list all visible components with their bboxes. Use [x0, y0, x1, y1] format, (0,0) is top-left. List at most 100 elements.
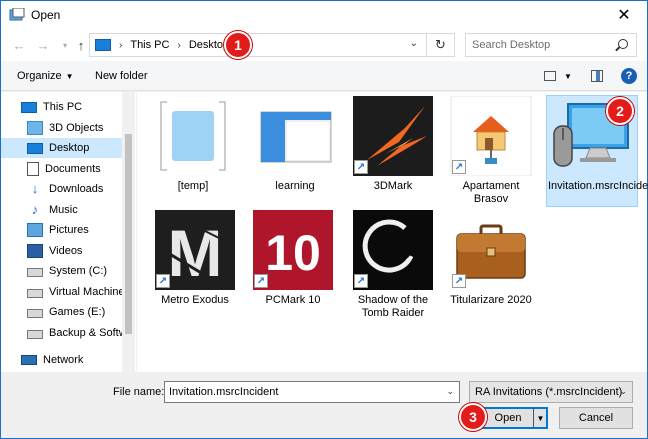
up-arrow-icon[interactable]: ↑: [73, 37, 89, 53]
chevron-down-icon: ⌄: [619, 386, 627, 396]
search-input[interactable]: [472, 39, 612, 51]
shortcut-arrow-icon: ↗: [452, 274, 466, 288]
file-item-titularizare[interactable]: ↗ Titularizare 2020: [447, 210, 535, 307]
scrollbar-thumb[interactable]: [125, 134, 132, 334]
file-item-apartament-brasov[interactable]: ↗ Apartament Brasov: [447, 95, 535, 206]
preview-pane-icon[interactable]: [591, 70, 603, 82]
sidebar-scrollbar[interactable]: [122, 92, 135, 372]
file-name-label: File name:: [113, 386, 165, 398]
3d-objects-icon: [27, 121, 43, 135]
step-badge-1: 1: [224, 31, 252, 59]
file-item-tomb-raider[interactable]: ↗ Shadow of the Tomb Raider: [349, 210, 437, 320]
sidebar-item-pictures[interactable]: Pictures: [1, 220, 122, 240]
open-dialog: Open ✕ ← → ▾ ↑ › This PC › Desktop ⌄ ↻ 1…: [0, 0, 648, 439]
sidebar-item-system-c[interactable]: System (C:): [1, 261, 122, 281]
sidebar-item-3d-objects[interactable]: 3D Objects: [1, 118, 122, 138]
file-item-pcmark10[interactable]: 10 ↗ PCMark 10: [249, 210, 337, 307]
documents-icon: [27, 162, 39, 176]
sidebar-item-label: Games (E:): [49, 306, 106, 318]
file-list: [temp] learning ↗ 3DMark ↗ Apartament Br…: [137, 92, 648, 372]
toolbar: Organize ▼ New folder ▼ ?: [1, 61, 647, 91]
sidebar-item-network[interactable]: Network: [1, 350, 122, 370]
file-name-field[interactable]: ⌄: [164, 381, 460, 403]
folder-icon: [153, 96, 233, 176]
desktop-icon: [27, 142, 43, 154]
help-icon[interactable]: ?: [621, 68, 637, 84]
navigation-bar: ← → ▾ ↑ › This PC › Desktop ⌄ ↻: [1, 29, 647, 61]
step-badge-3: 3: [459, 403, 487, 431]
new-folder-button[interactable]: New folder: [95, 70, 148, 82]
tomb-raider-icon: ↗: [351, 210, 435, 290]
pc-icon: [21, 101, 37, 113]
this-pc-icon: [95, 39, 111, 51]
window-title: Open: [31, 8, 61, 22]
sidebar-item-downloads[interactable]: ↓ Downloads: [1, 179, 122, 199]
cancel-button[interactable]: Cancel: [559, 407, 633, 429]
sidebar-item-documents[interactable]: Documents: [1, 159, 122, 179]
pcmark-logo-text: 10: [265, 225, 321, 281]
file-item-temp[interactable]: [temp]: [149, 96, 237, 193]
title-bar: Open ✕: [1, 1, 647, 29]
3dmark-icon: ↗: [351, 96, 435, 176]
sidebar-item-games-e[interactable]: Games (E:): [1, 302, 122, 322]
briefcase-icon: ↗: [449, 210, 533, 290]
sidebar-item-this-pc[interactable]: This PC: [1, 97, 122, 117]
caret-down-icon: ▼: [65, 72, 74, 81]
shortcut-arrow-icon: ↗: [254, 274, 268, 288]
app-icon: [9, 7, 25, 22]
organize-menu[interactable]: Organize ▼: [17, 70, 74, 82]
file-item-label: Shadow of the Tomb Raider: [357, 294, 429, 319]
breadcrumb-this-pc[interactable]: This PC: [130, 39, 169, 51]
file-item-metro-exodus[interactable]: M ↗ Metro Exodus: [151, 210, 239, 307]
sidebar-item-backup[interactable]: Backup & Softw: [1, 323, 127, 343]
chevron-right-icon: ›: [177, 39, 181, 51]
sidebar-item-label: Backup & Softw: [49, 327, 127, 339]
metro-exodus-icon: M ↗: [153, 210, 237, 290]
shortcut-arrow-icon: ↗: [354, 274, 368, 288]
dialog-footer: File name: ⌄ RA Invitations (*.msrcIncid…: [1, 372, 647, 438]
sidebar-item-label: 3D Objects: [49, 122, 104, 134]
view-options-chevron-icon[interactable]: ▼: [564, 72, 572, 81]
sidebar-item-label: System (C:): [49, 265, 108, 277]
file-item-label: PCMark 10: [265, 294, 321, 306]
file-item-label: Invitation.msrcIncident: [548, 180, 648, 192]
network-home-icon: ↗: [449, 95, 533, 177]
change-view-icon[interactable]: [544, 71, 556, 81]
sidebar-item-music[interactable]: ♪ Music: [1, 200, 122, 220]
back-arrow-icon[interactable]: ←: [11, 37, 27, 53]
drive-icon: [27, 268, 43, 277]
open-options-caret-icon[interactable]: ▼: [533, 408, 547, 428]
search-icon[interactable]: [618, 39, 628, 49]
search-box[interactable]: [465, 33, 637, 57]
pcmark10-icon: 10 ↗: [251, 210, 335, 290]
sidebar-item-desktop[interactable]: Desktop: [1, 138, 122, 158]
sidebar-item-virtual-machines[interactable]: Virtual Machines: [1, 282, 130, 302]
close-icon[interactable]: ✕: [601, 1, 647, 29]
sidebar-item-videos[interactable]: Videos: [1, 241, 122, 261]
drive-icon: [27, 289, 43, 298]
forward-arrow-icon[interactable]: →: [35, 37, 51, 53]
file-item-learning[interactable]: learning: [251, 96, 339, 193]
file-item-label: 3DMark: [373, 180, 413, 192]
file-type-select[interactable]: RA Invitations (*.msrcIncident) ⌄: [469, 381, 633, 403]
file-item-label: [temp]: [177, 180, 209, 192]
sidebar-item-label: This PC: [43, 101, 83, 113]
file-item-label: Apartament Brasov: [462, 180, 520, 205]
organize-label: Organize: [17, 70, 62, 82]
open-button[interactable]: Open ▼: [481, 407, 548, 429]
downloads-icon: ↓: [31, 181, 39, 196]
sidebar-item-label: Pictures: [49, 224, 89, 236]
recent-locations-chevron-icon[interactable]: ▾: [57, 37, 73, 53]
file-item-3dmark[interactable]: ↗ 3DMark: [349, 96, 437, 193]
pictures-icon: [27, 223, 43, 237]
refresh-icon[interactable]: ↻: [426, 34, 454, 56]
videos-icon: [27, 244, 43, 258]
file-name-input[interactable]: [169, 386, 439, 398]
address-bar[interactable]: › This PC › Desktop ⌄ ↻: [89, 33, 455, 57]
sidebar-item-label: Downloads: [49, 183, 104, 195]
address-dropdown-icon[interactable]: ⌄: [410, 38, 418, 49]
chevron-down-icon[interactable]: ⌄: [446, 386, 454, 397]
shortcut-arrow-icon: ↗: [452, 160, 466, 174]
sidebar-item-label: Desktop: [49, 142, 90, 154]
shortcut-arrow-icon: ↗: [156, 274, 170, 288]
